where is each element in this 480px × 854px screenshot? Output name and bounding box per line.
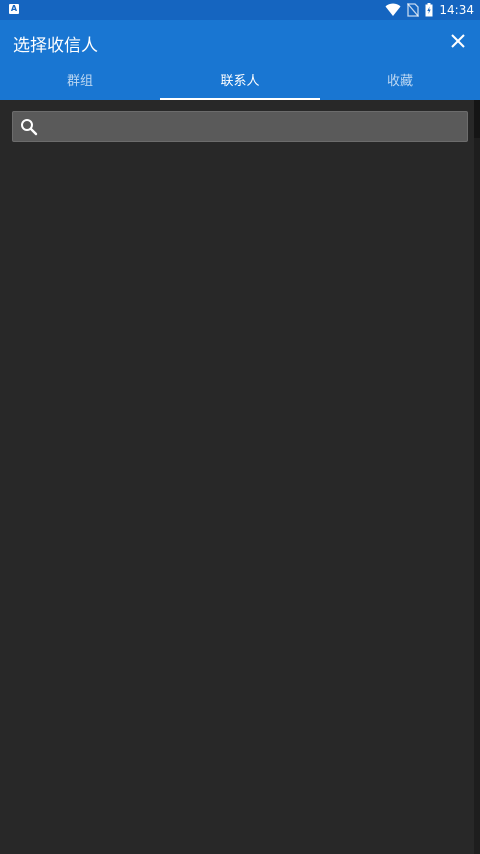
app-bar: 选择收信人 群组 联系人 收藏 [0, 20, 480, 100]
tab-favorites[interactable]: 收藏 [320, 64, 480, 100]
tab-contacts[interactable]: 联系人 [160, 64, 320, 100]
scrollbar-thumb[interactable] [474, 100, 480, 138]
page-title: 选择收信人 [13, 36, 98, 56]
status-bar: A 14:34 [0, 0, 480, 20]
tab-bar: 群组 联系人 收藏 [0, 64, 480, 100]
scrollbar-track[interactable] [474, 100, 480, 854]
close-button[interactable] [446, 29, 470, 53]
search-box[interactable] [12, 111, 468, 143]
contact-list-area [0, 100, 474, 854]
notification-letter: A [10, 4, 18, 13]
a-letter-icon: A [9, 4, 19, 14]
battery-icon [425, 3, 433, 17]
search-input[interactable] [45, 112, 465, 143]
wifi-icon [385, 3, 401, 17]
tab-groups[interactable]: 群组 [0, 64, 160, 100]
status-time: 14:34 [439, 3, 474, 17]
status-icons: 14:34 [385, 0, 474, 20]
search-icon [21, 119, 38, 136]
close-icon [451, 34, 465, 48]
no-sim-icon [407, 3, 420, 17]
